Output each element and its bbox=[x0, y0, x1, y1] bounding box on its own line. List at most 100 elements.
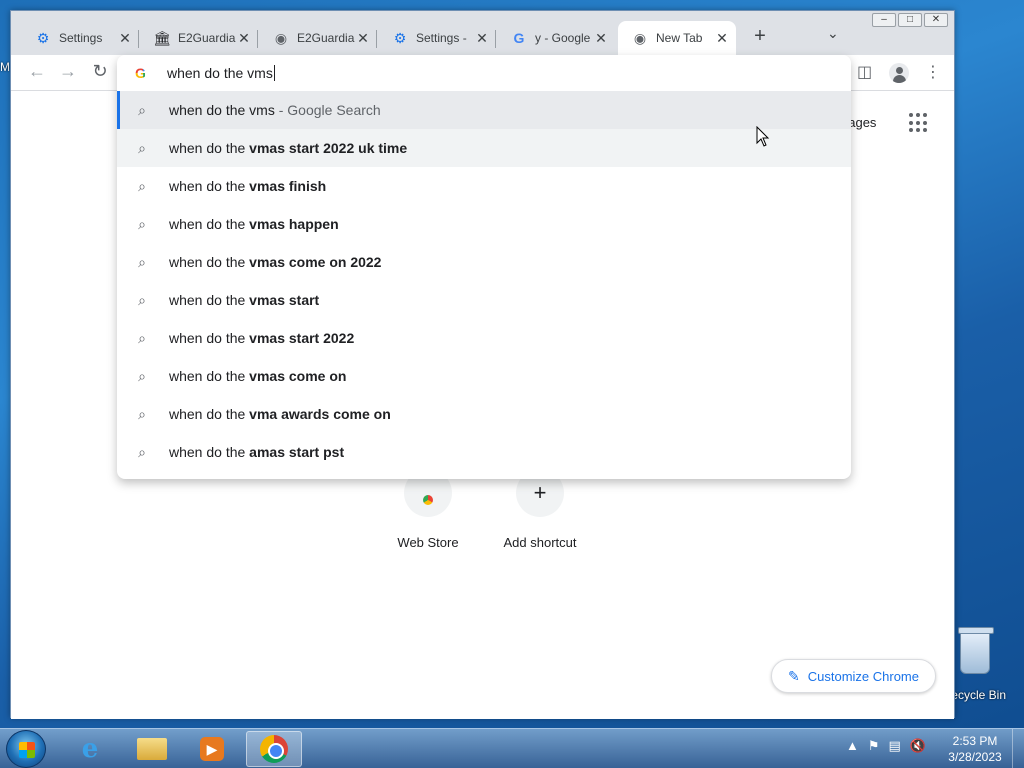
tab-settings-2[interactable]: ⚙ Settings - ✕ bbox=[378, 21, 496, 55]
tab-title: E2Guardia bbox=[297, 31, 355, 45]
reload-button[interactable]: ↻ bbox=[88, 61, 112, 82]
suggestion-list: ⌕ when do the vms - Google Search ⌕ when do… bbox=[117, 91, 851, 471]
omnibox-dropdown: G when do the vms ⌕ when do the vms - Goo… bbox=[117, 55, 851, 479]
suggestion-prefix: when do the bbox=[169, 254, 250, 270]
taskbar-media-player[interactable]: ▶ bbox=[184, 731, 240, 767]
clock-date: 3/28/2023 bbox=[948, 750, 1002, 764]
minimize-button[interactable]: – bbox=[872, 13, 896, 27]
recycle-bin-desktop-icon[interactable]: ecycle Bin bbox=[948, 627, 1024, 702]
close-tab-icon[interactable]: ✕ bbox=[236, 30, 252, 47]
tab-e2guardian-1[interactable]: 🏛 E2Guardia ✕ bbox=[140, 21, 258, 55]
menu-kebab-icon[interactable]: ⋮ bbox=[925, 62, 941, 82]
suggestion-completion: vmas finish bbox=[249, 178, 327, 194]
taskbar-file-explorer[interactable] bbox=[124, 731, 180, 767]
suggestion-prefix: when do the bbox=[169, 140, 250, 156]
chrome-window: – □ ✕ ⚙ Settings ✕ 🏛 E2Guardia ✕ ◉ E2Gua… bbox=[10, 10, 955, 719]
side-panel-icon[interactable]: ◫ bbox=[857, 62, 872, 82]
suggestion-completion: vma awards come on bbox=[249, 406, 391, 422]
omnibox-input-text[interactable]: when do the vms bbox=[167, 65, 273, 81]
tab-search-chevron-icon[interactable]: ⌄ bbox=[827, 25, 839, 42]
back-button[interactable]: ← bbox=[25, 61, 49, 82]
volume-muted-icon[interactable]: 🔇 bbox=[910, 738, 926, 754]
gear-icon: ⚙ bbox=[393, 29, 407, 46]
search-icon: ⌕ bbox=[138, 253, 146, 270]
close-tab-icon[interactable]: ✕ bbox=[355, 30, 371, 47]
suggestion-source: - Google Search bbox=[274, 102, 381, 118]
new-tab-button[interactable]: + bbox=[749, 25, 771, 48]
shortcut-add[interactable]: + Add shortcut bbox=[485, 469, 595, 550]
omnibox-suggestion[interactable]: ⌕ when do the vma awards come on bbox=[117, 395, 851, 433]
tab-google-search[interactable]: G y - Google ✕ bbox=[497, 21, 615, 55]
omnibox-suggestion[interactable]: ⌕ when do the vmas happen bbox=[117, 205, 851, 243]
search-icon: ⌕ bbox=[138, 101, 146, 118]
omnibox-suggestion[interactable]: ⌕ when do the vmas come on 2022 bbox=[117, 243, 851, 281]
suggestion-completion: vmas start bbox=[249, 292, 320, 308]
maximize-button[interactable]: □ bbox=[898, 13, 922, 27]
media-player-icon: ▶ bbox=[200, 737, 224, 761]
tab-title: E2Guardia bbox=[178, 31, 236, 45]
profile-avatar-icon[interactable] bbox=[889, 63, 909, 83]
close-tab-icon[interactable]: ✕ bbox=[714, 30, 730, 47]
network-icon[interactable]: ▤ bbox=[889, 738, 901, 754]
search-icon: ⌕ bbox=[138, 367, 146, 384]
omnibox-suggestion[interactable]: ⌕ when do the vmas start bbox=[117, 281, 851, 319]
folder-icon bbox=[137, 738, 167, 760]
windows-logo-icon bbox=[19, 742, 35, 758]
forward-button[interactable]: → bbox=[56, 61, 80, 82]
pencil-icon: ✎ bbox=[788, 667, 800, 684]
tab-e2guardian-2[interactable]: ◉ E2Guardia ✕ bbox=[259, 21, 377, 55]
clock-time: 2:53 PM bbox=[952, 734, 998, 748]
tab-title: Settings - bbox=[416, 31, 467, 45]
shortcut-label: Web Store bbox=[397, 535, 459, 550]
tab-title: y - Google bbox=[535, 31, 591, 45]
show-desktop-button[interactable] bbox=[1012, 729, 1024, 768]
close-tab-icon[interactable]: ✕ bbox=[474, 30, 490, 47]
taskbar-internet-explorer[interactable]: e bbox=[62, 731, 118, 767]
desktop-icon-label-partial: M bbox=[0, 60, 10, 74]
suggestion-completion: vmas come on 2022 bbox=[249, 254, 382, 270]
apps-grid-icon[interactable] bbox=[909, 113, 929, 133]
suggestion-prefix: when do the bbox=[169, 216, 250, 232]
suggestion-completion: amas start pst bbox=[249, 444, 345, 460]
tab-settings-1[interactable]: ⚙ Settings ✕ bbox=[21, 21, 139, 55]
tab-new-tab[interactable]: ◉ New Tab ✕ bbox=[618, 21, 736, 55]
search-icon: ⌕ bbox=[138, 291, 146, 308]
customize-chrome-button[interactable]: ✎ Customize Chrome bbox=[771, 659, 936, 693]
suggestion-prefix: when do the bbox=[169, 178, 250, 194]
close-tab-icon[interactable]: ✕ bbox=[593, 30, 609, 47]
search-icon: ⌕ bbox=[138, 177, 146, 194]
omnibox-suggestion[interactable]: ⌕ when do the vmas start 2022 bbox=[117, 319, 851, 357]
chrome-icon bbox=[260, 735, 288, 763]
show-hidden-icons-icon[interactable]: ▲ bbox=[846, 738, 859, 754]
search-icon: ⌕ bbox=[138, 405, 146, 422]
suggestion-prefix: when do the bbox=[169, 292, 250, 308]
suggestion-prefix: when do the bbox=[169, 444, 250, 460]
omnibox-suggestion[interactable]: ⌕ when do the vms - Google Search bbox=[117, 91, 851, 129]
close-tab-icon[interactable]: ✕ bbox=[117, 30, 133, 47]
e2guardian-icon: 🏛 bbox=[153, 29, 171, 46]
suggestion-prefix: when do the bbox=[169, 406, 250, 422]
text-caret bbox=[273, 65, 275, 81]
search-icon: ⌕ bbox=[138, 443, 146, 460]
shortcut-label: Add shortcut bbox=[503, 535, 577, 550]
suggestion-completion: vmas start 2022 bbox=[249, 330, 355, 346]
recycle-bin-label: ecycle Bin bbox=[951, 688, 1006, 702]
omnibox-suggestion[interactable]: ⌕ when do the vmas come on bbox=[117, 357, 851, 395]
close-window-button[interactable]: ✕ bbox=[924, 13, 948, 27]
omnibox-suggestion[interactable]: ⌕ when do the vmas start 2022 uk time bbox=[117, 129, 851, 167]
window-controls: – □ ✕ bbox=[872, 13, 948, 27]
suggestion-prefix: when do the bbox=[169, 368, 250, 384]
search-icon: ⌕ bbox=[138, 215, 146, 232]
start-button[interactable] bbox=[6, 730, 46, 768]
suggestion-completion: vmas start 2022 uk time bbox=[249, 140, 408, 156]
tab-title: Settings bbox=[59, 31, 103, 45]
suggestion-completion: vmas happen bbox=[249, 216, 339, 232]
omnibox-suggestion[interactable]: ⌕ when do the amas start pst bbox=[117, 433, 851, 471]
omnibox-suggestion[interactable]: ⌕ when do the vmas finish bbox=[117, 167, 851, 205]
taskbar-chrome[interactable] bbox=[246, 731, 302, 767]
shortcut-web-store[interactable]: Web Store bbox=[373, 469, 483, 550]
clock[interactable]: 2:53 PM 3/28/2023 bbox=[942, 733, 1008, 765]
internet-explorer-icon: e bbox=[81, 734, 99, 764]
action-center-flag-icon[interactable]: ⚑ bbox=[868, 738, 880, 754]
address-bar[interactable]: G when do the vms bbox=[117, 55, 851, 91]
